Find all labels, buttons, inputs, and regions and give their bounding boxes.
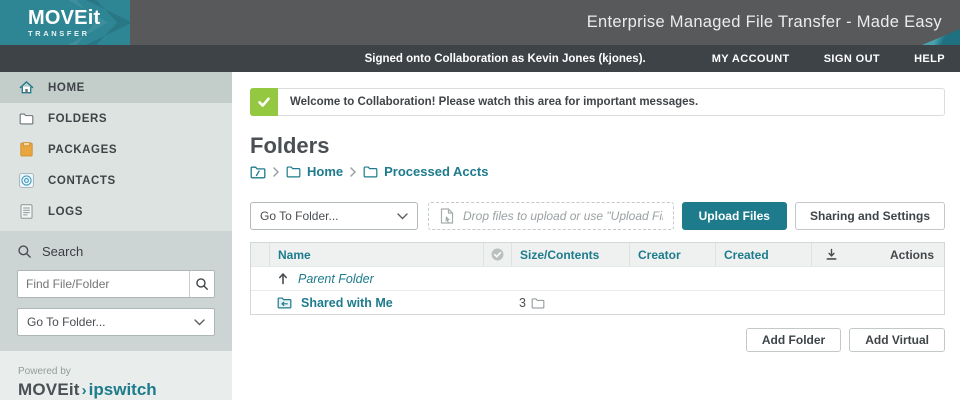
brand-separator-icon: ›: [82, 382, 87, 399]
sidebar-goto-folder-select[interactable]: Go To Folder...: [17, 308, 215, 336]
breadcrumb-root[interactable]: [250, 165, 266, 179]
column-header-size[interactable]: Size/Contents: [511, 243, 629, 266]
search-submit-button[interactable]: [189, 271, 214, 297]
welcome-message: Welcome to Collaboration! Please watch t…: [290, 96, 698, 108]
signed-on-status: Signed onto Collaboration as Kevin Jones…: [365, 53, 646, 65]
top-header-bar: MOVEit TRANSFER Enterprise Managed File …: [0, 0, 960, 45]
powered-by-label: Powered by: [18, 366, 232, 377]
chevron-down-icon: [194, 315, 205, 329]
welcome-banner: Welcome to Collaboration! Please watch t…: [250, 88, 945, 116]
sidebar-item-label: HOME: [48, 82, 85, 94]
drop-file-icon: [439, 208, 455, 225]
parent-folder-link[interactable]: Parent Folder: [298, 272, 374, 286]
folder-icon: [286, 165, 301, 178]
sidebar-item-label: FOLDERS: [48, 113, 107, 125]
goto-folder-value: Go To Folder...: [260, 209, 339, 223]
home-icon: [18, 80, 34, 96]
dropzone-hint: Drop files to upload or use "Upload File…: [463, 209, 663, 223]
sidebar: HOME FOLDERS PACKAGES CONTACTS LOGS: [0, 72, 232, 400]
add-virtual-button[interactable]: Add Virtual: [849, 328, 945, 352]
session-menu: MY ACCOUNT SIGN OUT HELP: [678, 53, 945, 65]
goto-folder-select[interactable]: Go To Folder...: [250, 202, 418, 230]
folder-toolbar: Go To Folder... Drop files to upload or …: [250, 202, 945, 230]
upload-files-button[interactable]: Upload Files: [682, 202, 787, 230]
folder-count: 3: [519, 296, 526, 310]
table-header-spacer: [251, 243, 269, 266]
breadcrumb-separator-icon: [350, 167, 356, 177]
package-icon: [18, 142, 34, 158]
find-file-folder-group: [17, 270, 215, 298]
check-status-column-icon: [483, 243, 511, 266]
sidebar-item-home[interactable]: HOME: [0, 72, 232, 103]
folder-icon: [363, 165, 378, 178]
moveit-ipswitch-logo: MOVEit › ipswitch: [18, 380, 232, 400]
logs-icon: [18, 204, 34, 220]
table-header-row: Name Size/Contents Creator Created Actio…: [251, 243, 944, 266]
breadcrumb-label: Home: [307, 164, 343, 179]
parent-folder-cell: Parent Folder: [269, 272, 483, 286]
brand-moveit: MOVEit: [18, 380, 80, 400]
help-link[interactable]: HELP: [914, 53, 945, 65]
sign-out-link[interactable]: SIGN OUT: [824, 53, 880, 65]
add-folder-button[interactable]: Add Folder: [746, 328, 841, 352]
shared-with-me-link[interactable]: Shared with Me: [301, 296, 393, 310]
column-header-created[interactable]: Created: [715, 243, 811, 266]
chevron-down-icon: [397, 209, 408, 223]
moveit-transfer-logo[interactable]: MOVEit TRANSFER: [0, 0, 130, 45]
breadcrumb: Home Processed Accts: [250, 164, 945, 179]
folder-icon: [18, 111, 34, 127]
folders-table: Name Size/Contents Creator Created Actio…: [250, 242, 945, 315]
root-folder-icon: [250, 165, 266, 179]
sharing-settings-button[interactable]: Sharing and Settings: [795, 202, 945, 230]
table-row-shared-with-me[interactable]: Shared with Me 3: [251, 290, 944, 314]
success-check-icon: [250, 88, 278, 116]
sidebar-item-label: CONTACTS: [48, 175, 116, 187]
find-file-folder-input[interactable]: [18, 271, 189, 297]
sidebar-item-label: PACKAGES: [48, 144, 117, 156]
brand-ipswitch: ipswitch: [89, 380, 157, 400]
folder-count-icon: [531, 297, 545, 309]
up-arrow-icon: [277, 272, 289, 285]
sidebar-item-contacts[interactable]: CONTACTS: [0, 165, 232, 196]
column-header-actions: Actions: [851, 243, 944, 266]
search-section-header: Search: [17, 244, 215, 259]
sidebar-item-folders[interactable]: FOLDERS: [0, 103, 232, 134]
sidebar-search-panel: Search Go To Folder...: [0, 231, 232, 351]
size-cell: 3: [511, 296, 629, 310]
file-dropzone[interactable]: Drop files to upload or use "Upload File…: [428, 202, 674, 230]
column-header-name[interactable]: Name: [269, 243, 483, 266]
my-account-link[interactable]: MY ACCOUNT: [712, 53, 790, 65]
session-bar: Signed onto Collaboration as Kevin Jones…: [0, 45, 960, 72]
goto-folder-value: Go To Folder...: [27, 315, 106, 329]
search-icon: [17, 244, 32, 259]
column-header-creator[interactable]: Creator: [629, 243, 715, 266]
contacts-icon: [18, 173, 34, 189]
breadcrumb-separator-icon: [273, 167, 279, 177]
download-column-icon: [811, 243, 851, 266]
breadcrumb-home[interactable]: Home: [286, 164, 343, 179]
shared-folder-cell: Shared with Me: [269, 296, 483, 310]
page-title: Folders: [250, 133, 945, 159]
breadcrumb-label: Processed Accts: [384, 164, 488, 179]
table-row-parent-folder[interactable]: Parent Folder: [251, 266, 944, 290]
breadcrumb-current[interactable]: Processed Accts: [363, 164, 488, 179]
sidebar-item-label: LOGS: [48, 206, 83, 218]
sidebar-item-packages[interactable]: PACKAGES: [0, 134, 232, 165]
product-tagline: Enterprise Managed File Transfer - Made …: [587, 13, 960, 32]
footer-actions: Add Folder Add Virtual: [250, 328, 945, 352]
sidebar-item-logs[interactable]: LOGS: [0, 196, 232, 227]
shared-folder-icon: [277, 296, 292, 309]
search-section-title: Search: [42, 244, 83, 259]
powered-by-section: Powered by MOVEit › ipswitch: [0, 351, 232, 400]
main-content: Welcome to Collaboration! Please watch t…: [232, 72, 960, 400]
